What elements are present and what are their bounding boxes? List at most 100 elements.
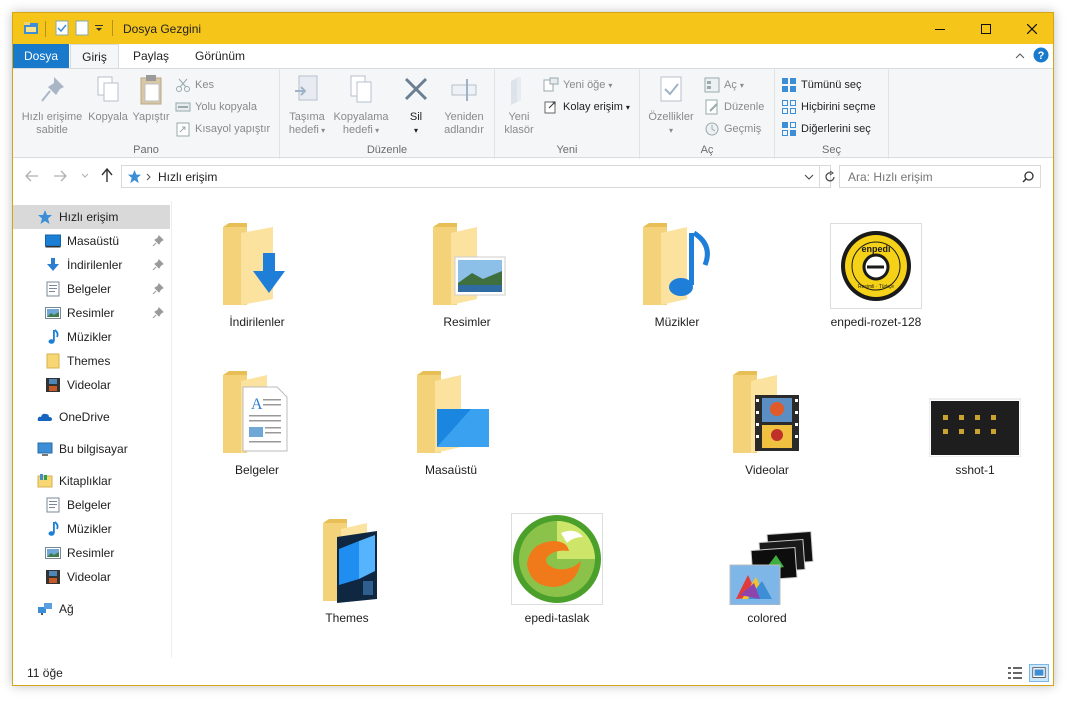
desktop-folder-icon xyxy=(417,371,489,453)
copy-icon xyxy=(97,76,119,102)
pictures-icon xyxy=(45,307,61,319)
select-none-button[interactable]: Hiçbirini seçme xyxy=(781,97,876,117)
new-folder-icon xyxy=(511,77,521,105)
recent-locations-chevron-icon[interactable] xyxy=(81,173,89,179)
search-icon[interactable] xyxy=(1022,171,1034,183)
image-item-enpedi-rozet[interactable]: enpedi Resimli · Türkçe enpedi-rozet-128 xyxy=(811,223,941,329)
file-list: İndirilenler Resimler Müzikler enpedi Res… xyxy=(173,201,1053,658)
copy-path-button[interactable]: Yolu kopyala xyxy=(175,97,257,117)
pinned-icon xyxy=(152,307,164,319)
paste-shortcut-icon xyxy=(176,122,190,137)
image-item-sshot[interactable]: sshot-1 xyxy=(915,371,1035,477)
tab-file[interactable]: Dosya xyxy=(13,44,69,68)
sidebar-item-music[interactable]: Müzikler xyxy=(13,325,170,349)
new-folder-qa-icon[interactable] xyxy=(75,20,89,36)
sidebar-item-desktop[interactable]: Masaüstü xyxy=(13,229,170,253)
open-button[interactable]: Aç ▾ xyxy=(704,75,744,95)
folder-item-themes[interactable]: Themes xyxy=(287,519,407,625)
details-view-icon[interactable] xyxy=(1005,664,1025,682)
folder-item-colored[interactable]: colored xyxy=(707,519,827,625)
copy-to-button[interactable]: Kopyalama hedefi ▾ xyxy=(332,73,390,137)
maximize-button[interactable] xyxy=(963,13,1009,44)
paste-button[interactable]: Yapıştır xyxy=(129,73,173,124)
group-organize: Taşıma hedefi ▾ Kopyalama hedefi ▾ Sil ▾ … xyxy=(280,69,495,159)
paste-shortcut-button[interactable]: Kısayol yapıştır xyxy=(175,119,270,139)
music-folder-icon xyxy=(643,223,710,305)
sidebar-item-downloads[interactable]: İndirilenler xyxy=(13,253,170,277)
sidebar-item-quick-access[interactable]: Hızlı erişim xyxy=(13,205,170,229)
sidebar-item-libraries[interactable]: Kitaplıklar xyxy=(13,469,170,493)
collapse-ribbon-chevron-icon[interactable] xyxy=(1015,52,1025,60)
sidebar-item-lib-pictures[interactable]: Resimler xyxy=(13,541,170,565)
group-new: Yeni klasör Yeni öğe ▾ Kolay erişim ▾ Yeni xyxy=(495,69,640,159)
sidebar-item-videos[interactable]: Videolar xyxy=(13,373,170,397)
search-box[interactable] xyxy=(839,165,1041,188)
cut-button[interactable]: Kes xyxy=(175,75,214,95)
forward-arrow-icon[interactable] xyxy=(53,170,67,182)
sidebar-item-themes[interactable]: Themes xyxy=(13,349,170,373)
help-icon[interactable]: ? xyxy=(1033,47,1049,63)
sidebar-item-this-pc[interactable]: Bu bilgisayar xyxy=(13,437,170,461)
properties-icon xyxy=(660,76,682,102)
folder-item-documents[interactable]: A Belgeler xyxy=(197,371,317,477)
ribbon: Hızlı erişime sabitle Kopyala Yapıştır K… xyxy=(13,68,1053,159)
rename-button[interactable]: Yeniden adlandır xyxy=(436,73,492,137)
move-to-button[interactable]: Taşıma hedefi ▾ xyxy=(284,73,330,137)
explorer-app-icon[interactable] xyxy=(23,20,39,36)
back-arrow-icon[interactable] xyxy=(25,170,39,182)
ribbon-tabs: Dosya Giriş Paylaş Görünüm ? xyxy=(13,44,1053,69)
invert-selection-button[interactable]: Diğerlerini seç xyxy=(781,119,871,139)
sidebar-item-pictures[interactable]: Resimler xyxy=(13,301,170,325)
sidebar-item-documents[interactable]: Belgeler xyxy=(13,277,170,301)
badge-text: enpedi xyxy=(861,244,890,254)
folder-item-music[interactable]: Müzikler xyxy=(617,223,737,329)
sidebar-item-lib-music[interactable]: Müzikler xyxy=(13,517,170,541)
status-bar: 11 öğe xyxy=(13,660,1053,685)
tab-view[interactable]: Görünüm xyxy=(185,44,255,68)
pin-quick-access-button[interactable]: Hızlı erişime sabitle xyxy=(17,73,87,137)
properties-button[interactable]: Özellikler ▾ xyxy=(644,73,698,137)
folder-item-videos[interactable]: Videolar xyxy=(707,371,827,477)
breadcrumb-chevron-icon[interactable] xyxy=(146,173,152,181)
address-dropdown-icon[interactable] xyxy=(804,174,814,180)
address-bar[interactable]: Hızlı erişim xyxy=(121,165,835,188)
pictures-icon xyxy=(45,547,61,559)
minimize-icon xyxy=(935,28,945,30)
select-all-button[interactable]: Tümünü seç xyxy=(781,75,862,95)
copy-button[interactable]: Kopyala xyxy=(87,73,129,124)
group-select: Tümünü seç Hiçbirini seçme Diğerlerini s… xyxy=(775,69,889,159)
customize-qa-chevron-icon[interactable] xyxy=(94,20,104,36)
image-item-epedi-taslak[interactable]: epedi-taslak xyxy=(495,513,619,625)
new-folder-button[interactable]: Yeni klasör xyxy=(499,73,539,137)
refresh-icon[interactable] xyxy=(824,170,836,183)
delete-button[interactable]: Sil ▾ xyxy=(396,73,436,137)
tab-share[interactable]: Paylaş xyxy=(125,44,177,68)
maximize-icon xyxy=(981,23,991,34)
item-count: 11 öğe xyxy=(27,666,63,680)
minimize-button[interactable] xyxy=(917,13,963,44)
new-item-button[interactable]: Yeni öğe ▾ xyxy=(543,75,612,95)
colored-stack-icon xyxy=(729,530,814,605)
breadcrumb[interactable]: Hızlı erişim xyxy=(158,170,217,184)
close-button[interactable] xyxy=(1009,13,1053,44)
delete-x-icon xyxy=(404,77,428,101)
pinned-icon xyxy=(152,259,164,271)
copy-to-icon xyxy=(350,75,372,103)
easy-access-button[interactable]: Kolay erişim ▾ xyxy=(543,97,630,117)
history-button[interactable]: Geçmiş xyxy=(704,119,761,139)
sidebar-item-lib-videos[interactable]: Videolar xyxy=(13,565,170,589)
sidebar-item-lib-documents[interactable]: Belgeler xyxy=(13,493,170,517)
properties-qa-icon[interactable] xyxy=(55,20,69,36)
scissors-icon xyxy=(176,78,190,92)
large-icons-view-icon[interactable] xyxy=(1029,664,1049,682)
edit-button[interactable]: Düzenle xyxy=(704,97,764,117)
tab-home[interactable]: Giriş xyxy=(70,44,119,69)
sidebar-item-network[interactable]: Ağ xyxy=(13,597,170,621)
folder-item-desktop[interactable]: Masaüstü xyxy=(391,371,511,477)
up-arrow-icon[interactable] xyxy=(101,168,113,183)
folder-item-pictures[interactable]: Resimler xyxy=(407,223,527,329)
search-input[interactable] xyxy=(848,167,1018,186)
folder-item-downloads[interactable]: İndirilenler xyxy=(197,223,317,329)
sidebar-item-onedrive[interactable]: OneDrive xyxy=(13,405,170,429)
group-label-new: Yeni xyxy=(556,144,578,156)
